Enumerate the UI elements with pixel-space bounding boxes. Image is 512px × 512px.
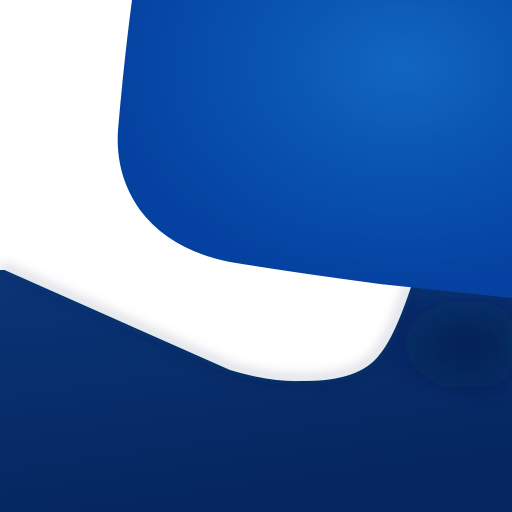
logo-svg	[0, 0, 512, 512]
logo-artwork	[0, 0, 512, 512]
